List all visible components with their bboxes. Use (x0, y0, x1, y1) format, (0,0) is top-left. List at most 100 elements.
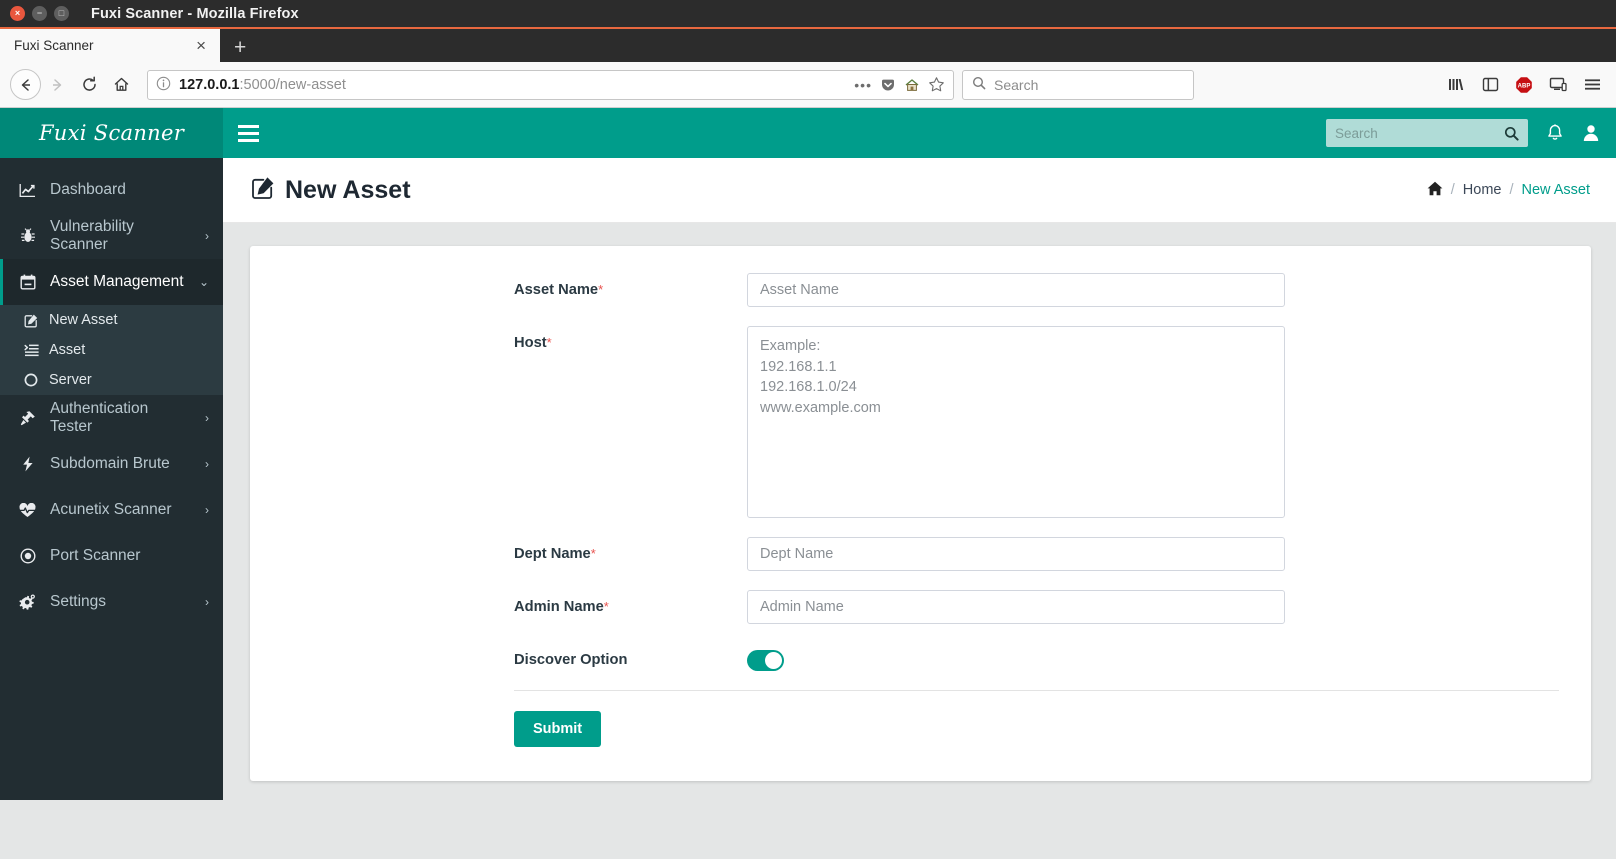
sidebar-icon[interactable] (1482, 76, 1499, 93)
breadcrumb-separator: / (1450, 182, 1455, 198)
chevron-right-icon: › (205, 229, 209, 243)
home-button[interactable] (105, 69, 137, 101)
navbar-right: Search (1326, 119, 1600, 147)
home-icon[interactable] (904, 77, 920, 93)
navbar-search-input[interactable]: Search (1335, 126, 1498, 141)
page-header: New Asset / Home / New Asset (223, 158, 1616, 223)
navbar-search[interactable]: Search (1326, 119, 1528, 147)
application-root: Fuxi Scanner Dashboard Vulnerability Sca… (0, 108, 1616, 800)
menu-icon[interactable] (1583, 76, 1602, 93)
sidebar-item-label: Vulnerability Scanner (50, 218, 134, 253)
sidebar-item-label: Dashboard (50, 181, 126, 198)
top-navbar: Search (223, 108, 1616, 158)
app-brand-logo[interactable]: Fuxi Scanner (0, 108, 223, 158)
sidebar-item-label: New Asset (49, 312, 118, 328)
url-bar[interactable]: 127.0.0.1:5000/new-asset ••• (147, 69, 954, 100)
sidebar-item-vulnerability-scanner[interactable]: Vulnerability Scanner › (0, 213, 223, 259)
form-row-admin-name: Admin Name* Admin Name (282, 590, 1559, 624)
sidebar-item-new-asset[interactable]: New Asset (0, 305, 223, 335)
calendar-minus-icon (17, 274, 38, 290)
label-text: Discover Option (514, 652, 628, 668)
sidebar-item-label: Subdomain Brute (50, 455, 170, 472)
forward-button[interactable] (41, 69, 73, 101)
label-text: Host (514, 335, 547, 351)
url-path: :5000/new-asset (239, 76, 346, 93)
dept-name-input[interactable]: Dept Name (747, 537, 1285, 571)
sidebar-item-label: Asset (49, 342, 86, 358)
user-icon[interactable] (1582, 124, 1600, 142)
form-row-discover-option: Discover Option (282, 643, 1559, 671)
library-icon[interactable] (1447, 76, 1466, 93)
sidebar-item-port-scanner[interactable]: Port Scanner (0, 533, 223, 579)
sidebar-item-dashboard[interactable]: Dashboard (0, 167, 223, 213)
adblock-plus-icon[interactable]: ABP (1515, 76, 1533, 94)
chart-line-icon (17, 183, 38, 198)
form-label-admin-name: Admin Name* (282, 590, 747, 615)
bell-icon[interactable] (1546, 123, 1564, 143)
menu-toggle-icon[interactable] (223, 108, 273, 158)
bookmark-star-icon[interactable] (928, 76, 945, 93)
sidebar-item-asset-management[interactable]: Asset Management ⌄ (0, 259, 223, 305)
pocket-icon[interactable] (880, 77, 896, 93)
sidebar-item-label: Server (49, 372, 92, 388)
form-control: Admin Name (747, 590, 1285, 624)
required-marker: * (598, 282, 604, 297)
label-text: Admin Name (514, 599, 604, 615)
breadcrumb: / Home / New Asset (1427, 181, 1590, 199)
home-icon[interactable] (1427, 181, 1443, 199)
admin-name-input[interactable]: Admin Name (747, 590, 1285, 624)
required-marker: * (546, 335, 552, 350)
list-icon (22, 343, 40, 357)
sync-devices-icon[interactable] (1549, 76, 1567, 93)
sidebar-item-acunetix-scanner[interactable]: Acunetix Scanner › (0, 487, 223, 533)
submit-button[interactable]: Submit (514, 711, 602, 747)
form-control: Asset Name (747, 273, 1285, 307)
browser-tab-label: Fuxi Scanner (14, 38, 94, 53)
host-textarea[interactable]: Example: 192.168.1.1 192.168.1.0/24 www.… (747, 326, 1285, 518)
breadcrumb-home[interactable]: Home (1463, 182, 1502, 198)
form-row-asset-name: Asset Name* Asset Name (282, 273, 1559, 307)
chevron-right-icon: › (205, 595, 209, 609)
required-marker: * (590, 546, 596, 561)
sidebar-item-server[interactable]: Server (0, 365, 223, 395)
form-label-discover-option: Discover Option (282, 643, 747, 668)
new-tab-button[interactable]: + (220, 37, 260, 58)
content-area: Asset Name* Asset Name Host* Example: 19… (223, 223, 1616, 800)
dot-circle-icon (17, 548, 38, 564)
sidebar-submenu-asset-management: New Asset Asset Server (0, 305, 223, 395)
page-actions-icon[interactable]: ••• (854, 77, 872, 93)
breadcrumb-separator: / (1509, 182, 1514, 198)
sidebar-item-settings[interactable]: Settings › (0, 579, 223, 625)
form-label-dept-name: Dept Name* (282, 537, 747, 562)
main-area: Search New Asset / Home / New Asset Asse… (223, 108, 1616, 800)
reload-button[interactable] (73, 69, 105, 101)
sidebar-item-asset[interactable]: Asset (0, 335, 223, 365)
window-maximize-button[interactable]: □ (54, 6, 69, 21)
window-minimize-button[interactable]: − (32, 6, 47, 21)
window-close-button[interactable]: × (10, 6, 25, 21)
sidebar-item-label: Port Scanner (50, 547, 141, 564)
asset-name-input[interactable]: Asset Name (747, 273, 1285, 307)
bolt-icon (17, 456, 38, 472)
browser-tab[interactable]: Fuxi Scanner × (0, 29, 220, 62)
page-title: New Asset (251, 175, 411, 206)
firefox-toolbar-icons: ABP (1447, 76, 1606, 94)
browser-search-bar[interactable]: Search (962, 69, 1194, 100)
search-icon[interactable] (1504, 126, 1519, 141)
url-text[interactable]: 127.0.0.1:5000/new-asset (179, 77, 846, 93)
sidebar-item-subdomain-brute[interactable]: Subdomain Brute › (0, 441, 223, 487)
site-identity-icon[interactable] (156, 76, 171, 94)
pencil-square-icon (22, 313, 40, 328)
discover-option-toggle[interactable] (747, 650, 784, 671)
close-icon[interactable]: × (192, 37, 210, 54)
firefox-nav-toolbar: 127.0.0.1:5000/new-asset ••• Search ABP (0, 62, 1616, 108)
chevron-right-icon: › (205, 457, 209, 471)
circle-o-icon (22, 373, 40, 387)
search-icon (972, 76, 986, 93)
sidebar-item-authentication-tester[interactable]: Authentication Tester › (0, 395, 223, 441)
back-button[interactable] (10, 69, 41, 100)
form-control: Dept Name (747, 537, 1285, 571)
form-control (747, 643, 1285, 671)
page-title-text: New Asset (285, 175, 411, 204)
hammer-icon (17, 410, 38, 426)
